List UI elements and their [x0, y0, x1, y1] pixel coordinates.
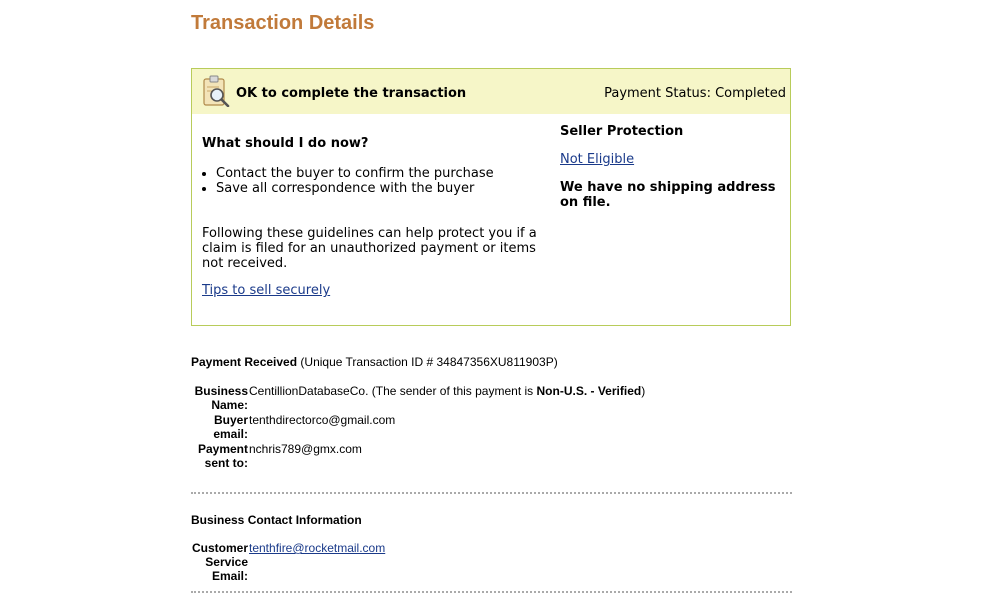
list-item: Contact the buyer to confirm the purchas…: [216, 166, 547, 181]
seller-protection-column: Seller Protection Not Eligible We have n…: [560, 124, 785, 210]
what-to-do-heading: What should I do now?: [202, 136, 369, 151]
transaction-id: 34847356XU811903P: [436, 355, 554, 369]
payment-status-label: Payment Status:: [604, 86, 711, 101]
payment-sent-to-value: nchris789@gmx.com: [249, 442, 362, 456]
business-contact-heading: Business Contact Information: [191, 513, 362, 527]
business-name: CentillionDatabaseCo.: [249, 384, 369, 398]
payment-received-title: Payment Received: [191, 355, 298, 369]
notice-header: OK to complete the transaction Payment S…: [192, 69, 790, 114]
txn-prefix: (Unique Transaction ID #: [300, 355, 434, 369]
sender-status: Non-U.S. - Verified: [536, 384, 642, 398]
customer-service-value: tenthfire@rocketmail.com: [249, 541, 385, 555]
payment-sent-to-label: Payment sent to:: [197, 442, 248, 470]
payment-status: Payment Status: Completed: [604, 86, 786, 101]
payment-received-line: Payment Received (Unique Transaction ID …: [191, 355, 558, 369]
business-name-label: Business Name:: [194, 384, 248, 412]
txn-suffix: ): [553, 355, 558, 369]
seller-protection-heading: Seller Protection: [560, 124, 684, 139]
sender-prefix: (The sender of this payment is: [371, 384, 534, 398]
page-title: Transaction Details: [191, 12, 375, 34]
buyer-email-value: tenthdirectorco@gmail.com: [249, 413, 396, 427]
guidance-column: What should I do now? Contact the buyer …: [202, 136, 547, 298]
not-eligible-link[interactable]: Not Eligible: [560, 152, 785, 167]
sender-suffix: ): [641, 384, 646, 398]
business-name-value: CentillionDatabaseCo. (The sender of thi…: [249, 384, 645, 398]
payment-status-value: Completed: [715, 86, 786, 101]
business-contact-title: Business Contact Information: [191, 513, 362, 527]
guideline-text: Following these guidelines can help prot…: [202, 226, 537, 271]
transaction-notice-box: OK to complete the transaction Payment S…: [191, 68, 791, 326]
customer-service-label: Customer Service Email:: [191, 541, 248, 583]
list-item: Save all correspondence with the buyer: [216, 181, 547, 196]
shipping-note: We have no shipping address on file.: [560, 180, 776, 210]
buyer-email-label: Buyer email:: [213, 413, 248, 441]
steps-list: Contact the buyer to confirm the purchas…: [202, 166, 547, 196]
clipboard-magnifier-icon: [202, 75, 230, 108]
tips-to-sell-securely-link[interactable]: Tips to sell securely: [202, 283, 547, 298]
section-divider: [191, 492, 792, 494]
customer-service-email-link[interactable]: tenthfire@rocketmail.com: [249, 541, 385, 555]
notice-headline: OK to complete the transaction: [236, 86, 467, 101]
